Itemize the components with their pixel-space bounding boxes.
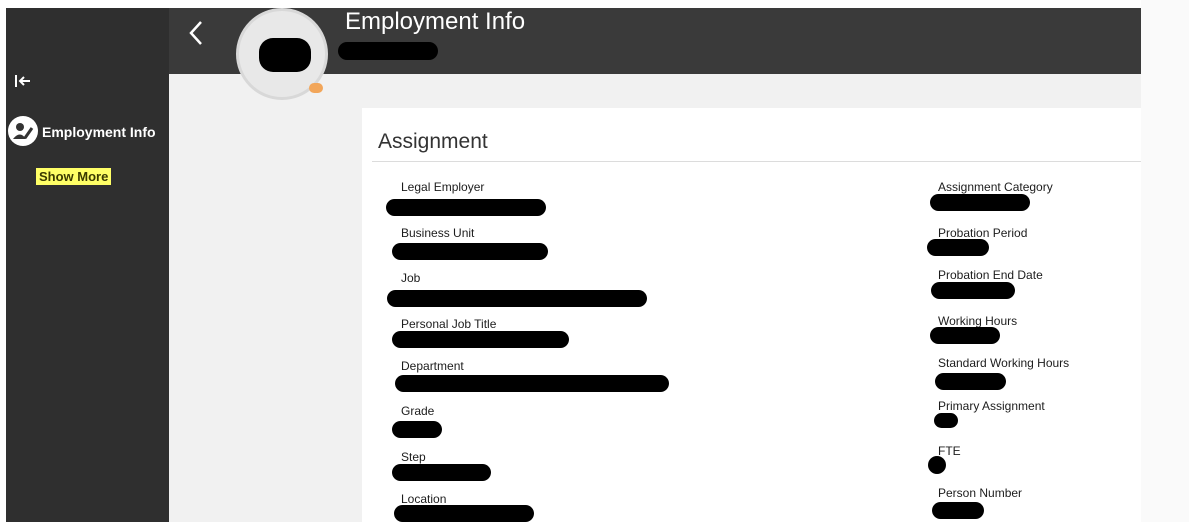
field-value-redacted [392,331,569,348]
field-value-redacted [395,375,669,392]
field-value-redacted [928,456,946,474]
field-label-department: Department [401,359,464,373]
divider [372,161,1141,162]
field-label-grade: Grade [401,404,435,418]
field-value-redacted [394,505,534,522]
field-value-redacted [387,290,647,307]
sidebar-item-label: Employment Info [42,124,156,140]
field-label-standard-working-hours: Standard Working Hours [938,356,1070,370]
field-label-business-unit: Business Unit [401,226,475,240]
field-value-redacted [932,502,984,519]
field-label-primary-assignment: Primary Assignment [938,399,1045,413]
sidebar: Employment Info Show More [6,8,169,522]
field-value-redacted [386,199,546,216]
field-label-personal-job-title: Personal Job Title [401,317,497,331]
person-edit-icon [8,116,38,146]
field-value-redacted [392,421,442,438]
field-value-redacted [935,373,1006,390]
field-label-probation-end-date: Probation End Date [938,268,1043,282]
field-value-redacted [934,413,958,428]
field-value-redacted [927,239,989,256]
avatar [236,8,328,100]
field-value-redacted [930,194,1030,211]
field-label-location: Location [401,492,447,506]
field-label-probation-period: Probation Period [938,226,1028,240]
field-value-redacted [930,327,1000,344]
field-value-redacted [392,464,491,481]
field-label-fte: FTE [938,444,961,458]
top-frame [0,0,1189,8]
show-more-link[interactable]: Show More [36,168,112,185]
page-title: Employment Info [345,8,526,35]
avatar-status-badge [309,83,323,93]
field-label-job: Job [401,271,421,285]
field-label-step: Step [401,450,426,464]
subtitle-redaction [338,42,438,60]
field-label-working-hours: Working Hours [938,314,1018,328]
field-label-person-number: Person Number [938,486,1023,500]
assignment-card: Assignment Legal Employer Business Unit … [362,108,1141,522]
field-value-redacted [392,243,548,260]
section-title: Assignment [378,130,488,153]
sidebar-item-employment-info[interactable]: Employment Info [6,112,169,152]
page-margin [1141,0,1189,522]
field-label-legal-employer: Legal Employer [401,180,485,194]
chevron-left-icon[interactable] [185,16,207,56]
avatar-redaction [259,38,311,72]
field-label-assignment-category: Assignment Category [938,180,1053,194]
field-value-redacted [931,282,1015,299]
collapse-left-icon[interactable] [14,72,32,90]
